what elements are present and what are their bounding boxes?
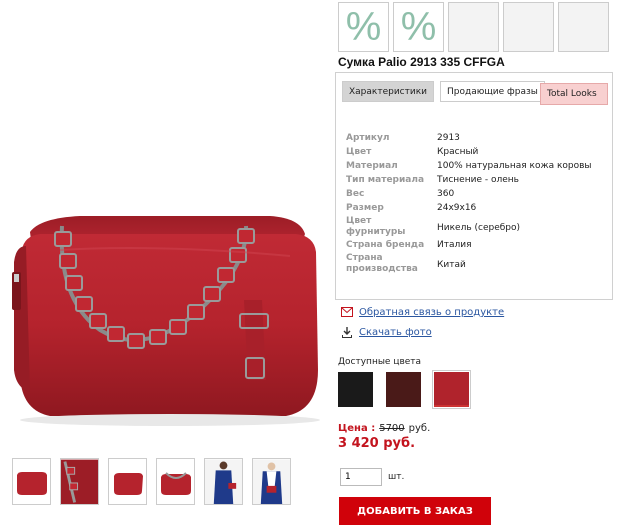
spec-key: Артикул [346, 133, 390, 143]
envelope-icon [341, 306, 353, 318]
model-thumbnail-icon [205, 459, 242, 504]
specs-panel: Характеристики Продающие фразы Total Loo… [335, 72, 613, 300]
bag-thumbnail-icon [113, 472, 143, 495]
thumbnail-model-blue[interactable] [204, 458, 243, 505]
spec-key: Тип материала [346, 175, 425, 185]
spec-key: Цвет [346, 147, 372, 157]
spec-key-line: производства [346, 264, 418, 274]
product-title: Сумка Palio 2913 335 CFFGA [338, 55, 505, 69]
empty-badge [503, 2, 554, 52]
spec-value: Красный [437, 147, 479, 157]
add-to-order-button[interactable]: ДОБАВИТЬ В ЗАКАЗ [339, 497, 491, 525]
price-line: Цена : 5700 руб. [338, 423, 430, 434]
spec-row: Материал 100% натуральная кожа коровы [346, 159, 592, 173]
bag-thumbnail-icon [160, 471, 191, 495]
color-swatches [338, 370, 471, 409]
empty-badge [558, 2, 609, 52]
spec-value: 100% натуральная кожа коровы [437, 161, 592, 171]
price-currency: руб. [408, 423, 431, 434]
thumbnail-bag-front[interactable] [12, 458, 51, 505]
spec-value: 360 [437, 189, 455, 199]
thumbnail-strip [12, 458, 291, 505]
empty-badge [448, 2, 499, 52]
feedback-link[interactable]: Обратная связь о продукте [359, 307, 504, 318]
download-photo-link[interactable]: Скачать фото [359, 327, 432, 338]
feedback-link-row: Обратная связь о продукте [341, 302, 504, 322]
product-page: % % Сумка Palio 2913 335 CFFGA Характери… [0, 0, 626, 530]
spec-value: Никель (серебро) [437, 223, 521, 233]
specs-table: Артикул 2913 Цвет Красный Материал 100% нат… [346, 131, 592, 275]
spec-value: Италия [437, 240, 472, 250]
thumbnail-bag-angle[interactable] [108, 458, 147, 505]
spec-row: Тип материала Тиснение - олень [346, 173, 592, 187]
red-handbag-photo [12, 216, 320, 426]
bag-thumbnail-icon [16, 471, 47, 495]
spec-row: Страна производства Китай [346, 252, 592, 275]
spec-key: Материал [346, 161, 398, 171]
spec-row: Размер 24x9x16 [346, 201, 592, 215]
spec-row: Страна бренда Италия [346, 238, 592, 252]
product-details: % % Сумка Palio 2913 335 CFFGA Характери… [335, 0, 626, 525]
spec-row: Цвет Красный [346, 145, 592, 159]
thumbnail-bag-chain-detail[interactable] [60, 458, 99, 505]
spec-key: Страна производства [346, 252, 437, 275]
price-label: Цена : [338, 423, 376, 434]
spec-key: Вес [346, 189, 365, 199]
spec-key: Цвет фурнитуры [346, 215, 437, 238]
quantity-input[interactable] [340, 468, 382, 486]
spec-key-line: Цвет [346, 216, 372, 226]
product-links: Обратная связь о продукте Скачать фото [341, 302, 504, 342]
available-colors-label: Доступные цвета [338, 357, 422, 367]
tab-characteristics[interactable]: Характеристики [342, 81, 435, 102]
specs-tabs: Характеристики Продающие фразы [342, 81, 545, 102]
spec-row: Вес 360 [346, 187, 592, 201]
spec-value: Тиснение - олень [437, 175, 519, 185]
thumbnail-bag-chain-close[interactable] [156, 458, 195, 505]
spec-value: 24x9x16 [437, 203, 477, 213]
quantity-row: шт. [340, 468, 404, 486]
spec-key-line: фурнитуры [346, 227, 406, 237]
color-swatch-burgundy[interactable] [386, 372, 421, 407]
discount-badge: % [338, 2, 389, 52]
spec-row: Цвет фурнитуры Никель (серебро) [346, 215, 592, 238]
color-swatch-black[interactable] [338, 372, 373, 407]
tab-selling-phrases[interactable]: Продающие фразы [440, 81, 545, 102]
spec-key: Размер [346, 203, 384, 213]
spec-key-line: Страна [346, 253, 383, 263]
spec-row: Артикул 2913 [346, 131, 592, 145]
download-link-row: Скачать фото [341, 322, 504, 342]
color-swatch-red[interactable] [432, 370, 471, 409]
badge-row: % % [338, 2, 626, 52]
model-thumbnail-icon [253, 459, 290, 504]
tab-total-looks[interactable]: Total Looks [540, 83, 608, 105]
new-price: 3 420 руб. [338, 436, 416, 451]
old-price: 5700 [379, 423, 405, 434]
quantity-unit: шт. [388, 472, 405, 482]
download-icon [341, 326, 353, 338]
bag-chain-thumbnail-icon [61, 459, 98, 504]
discount-badge: % [393, 2, 444, 52]
spec-value: 2913 [437, 133, 460, 143]
thumbnail-model-white[interactable] [252, 458, 291, 505]
spec-key: Страна бренда [346, 240, 425, 250]
spec-value: Китай [437, 260, 466, 270]
product-main-image[interactable] [0, 0, 335, 450]
